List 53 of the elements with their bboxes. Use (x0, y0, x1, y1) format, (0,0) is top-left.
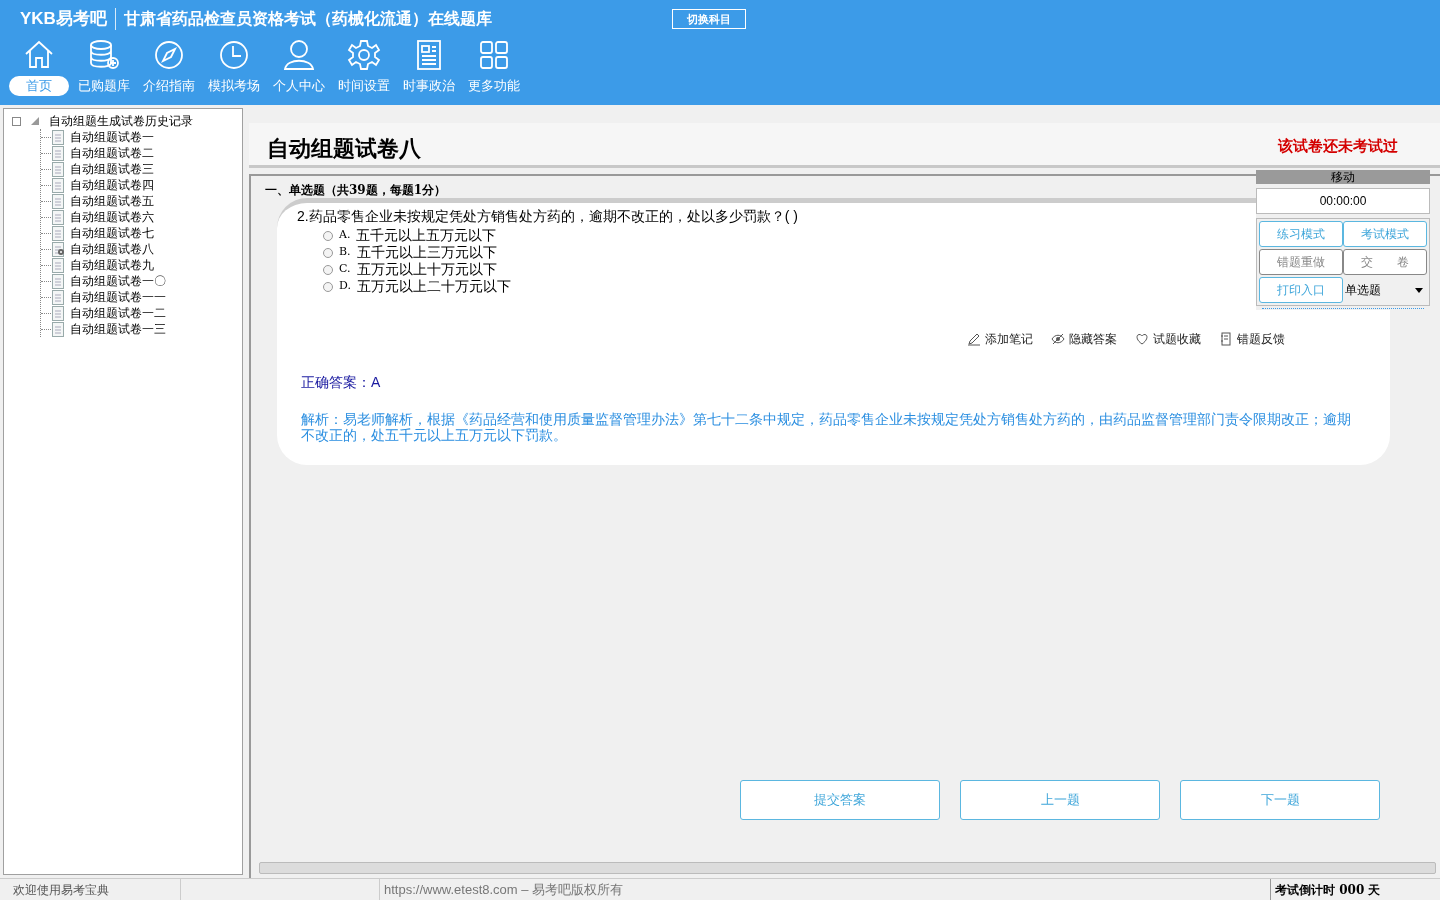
settings-icon[interactable] (347, 38, 381, 72)
welcome-text: 欢迎使用易考宝典 (12, 881, 110, 899)
tree-item[interactable]: 自动组题试卷九 (70, 256, 154, 274)
notebook-icon (1219, 332, 1233, 346)
analysis-text: 解析：易老师解析，根据《药品经营和使用质量监督管理办法》第七十二条中规定，药品零售企业未按规定凭处方销售处方药的，由药品监督管理部门责令限期改正；逾期不改正的，处五千元以上五万元以下罚款。 (300, 411, 1352, 443)
tool-link[interactable]: 错题反馈 (1219, 330, 1285, 348)
tree-item[interactable]: 自动组题试卷八 (70, 240, 154, 258)
tree-item[interactable]: 自动组题试卷一 (70, 128, 154, 146)
section-heading: 一、单选题（共39题，每题1分） (265, 183, 447, 198)
exam-status-note: 该试卷还未考试过 (1278, 135, 1398, 157)
panel-header[interactable]: 移动 (1256, 170, 1430, 184)
tree-item[interactable]: 自动组题试卷一二 (70, 304, 166, 322)
tree-item[interactable]: 自动组题生成试卷历史记录 (49, 112, 193, 130)
timer-display: 00:00:00 (1256, 188, 1430, 214)
tree-item[interactable]: 自动组题试卷五 (70, 192, 154, 210)
heart-icon (1135, 332, 1149, 346)
tree-item[interactable]: 自动组题试卷七 (70, 224, 154, 242)
answer-option[interactable]: D. 五万元以上二十万元以下 (323, 278, 511, 295)
tool-link[interactable]: 隐藏答案 (1051, 330, 1117, 348)
folder-icon (31, 117, 39, 125)
answer-option[interactable]: B. 五千元以上三万元以下 (323, 244, 497, 261)
clock-icon[interactable] (217, 38, 251, 72)
database-icon[interactable] (87, 38, 121, 72)
tree-item[interactable]: 自动组题试卷一一 (70, 288, 166, 306)
tree-item[interactable]: 自动组题试卷四 (70, 176, 154, 194)
logo: YKB易考吧 (20, 8, 107, 31)
grid-icon[interactable] (477, 38, 511, 72)
answer-option[interactable]: A. 五千元以上五万元以下 (323, 227, 497, 244)
tree-item[interactable]: 自动组题试卷六 (70, 208, 154, 226)
radio-button[interactable] (323, 230, 333, 241)
app-title: 甘肃省药品检查员资格考试（药械化流通）在线题库 (123, 8, 493, 30)
tool-link[interactable]: 试题收藏 (1135, 330, 1201, 348)
radio-button[interactable] (323, 264, 333, 275)
question-type-dropdown[interactable]: 单选题 (1343, 277, 1427, 303)
tree-item[interactable]: 自动组题试卷三 (70, 160, 154, 178)
eye-icon (1051, 332, 1065, 346)
tool-link[interactable]: 添加笔记 (967, 330, 1033, 348)
tree-item[interactable]: 自动组题试卷二 (70, 144, 154, 162)
correct-answer: 正确答案：A (300, 373, 382, 392)
radio-button[interactable] (323, 281, 333, 292)
caret-icon (1415, 287, 1423, 293)
pencil-icon (967, 332, 981, 346)
paper-title: 自动组题试卷八 (267, 135, 421, 163)
user-icon[interactable] (282, 38, 316, 72)
answer-option[interactable]: C. 五万元以上十万元以下 (323, 261, 497, 278)
exam-countdown: 考试倒计时 000 天 (1270, 879, 1440, 900)
copyright-text: https://www.etest8.com – 易考吧版权所有 (384, 880, 624, 899)
compass-icon[interactable] (152, 38, 186, 72)
tree-item[interactable]: 自动组题试卷一三 (70, 320, 166, 338)
question-text: 2.药品零售企业未按规定凭处方销售处方药的，逾期不改正的，处以多少罚款？( ) (296, 207, 799, 226)
radio-button[interactable] (323, 247, 333, 258)
collapse-toggle[interactable] (12, 116, 21, 126)
tree-item[interactable]: 自动组题试卷一〇 (70, 272, 166, 290)
